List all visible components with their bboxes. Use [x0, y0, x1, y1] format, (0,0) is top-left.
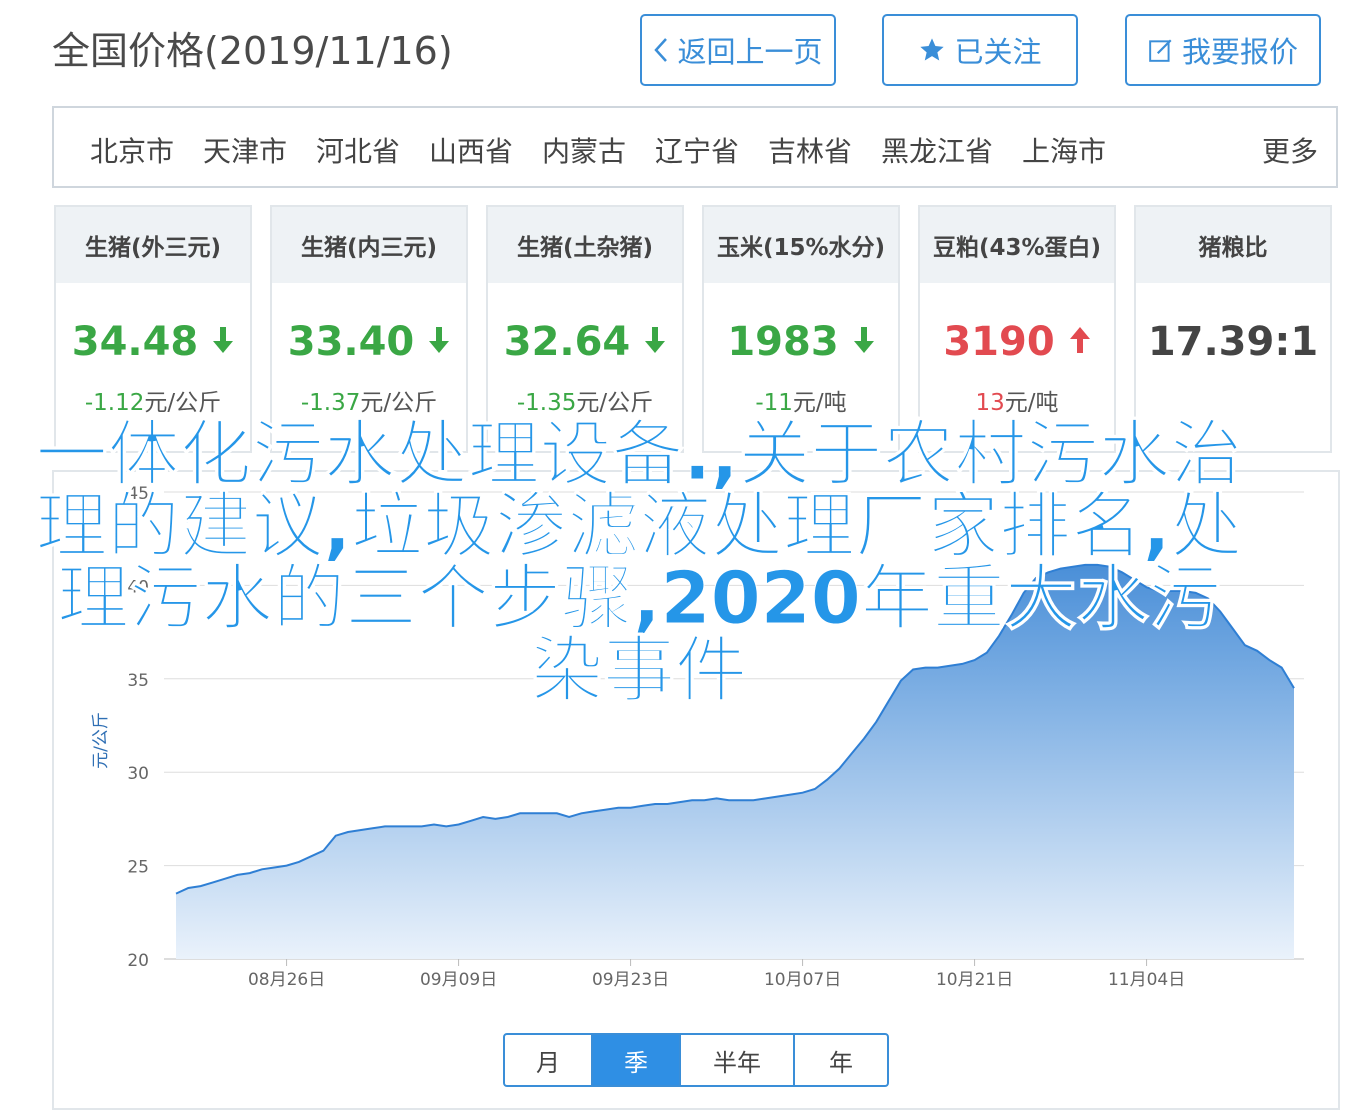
y-tick-label: 30 [127, 764, 149, 784]
card-title: 豆粕(43%蛋白) [920, 207, 1114, 283]
arrow-up-icon [1069, 319, 1091, 365]
card-value-row: 33.40 [272, 319, 466, 365]
province-item[interactable]: 内蒙古 [542, 130, 626, 170]
follow-button[interactable]: 已关注 [882, 14, 1078, 86]
card-value: 1983 [727, 319, 839, 365]
arrow-down-icon [853, 319, 875, 365]
province-item[interactable]: 天津市 [203, 130, 287, 170]
card-value: 33.40 [287, 319, 415, 365]
period-tab-quarter[interactable]: 季 [593, 1035, 681, 1085]
arrow-down-icon [428, 319, 450, 365]
price-card[interactable]: 猪粮比 17.39:1 [1134, 205, 1332, 453]
edit-icon [1148, 37, 1174, 63]
card-title: 生猪(外三元) [56, 207, 250, 283]
card-value: 32.64 [503, 319, 631, 365]
card-change: -1.35元/公斤 [516, 390, 654, 416]
price-card[interactable]: 玉米(15%水分) 1983 -11元/吨 [702, 205, 900, 453]
province-item[interactable]: 北京市 [90, 130, 174, 170]
card-title: 猪粮比 [1136, 207, 1330, 283]
x-tick-label: 09月23日 [592, 970, 669, 990]
x-tick-label: 08月26日 [248, 970, 325, 990]
card-title: 生猪(土杂猪) [488, 207, 682, 283]
card-value-row: 32.64 [488, 319, 682, 365]
more-provinces-link[interactable]: 更多 [1262, 130, 1318, 170]
arrow-down-icon [644, 319, 666, 365]
chevron-left-icon [653, 36, 669, 64]
y-tick-label: 45 [127, 484, 149, 504]
card-value-row: 17.39:1 [1136, 319, 1330, 365]
province-item[interactable]: 辽宁省 [655, 130, 739, 170]
back-button[interactable]: 返回上一页 [640, 14, 836, 86]
follow-button-label: 已关注 [954, 35, 1042, 69]
card-change: -1.12元/公斤 [84, 390, 222, 416]
price-area [176, 564, 1294, 959]
card-title: 玉米(15%水分) [704, 207, 898, 283]
x-tick-label: 11月04日 [1108, 970, 1185, 990]
card-change: 13元/吨 [975, 390, 1059, 416]
period-selector: 月 季 半年 年 [503, 1033, 889, 1087]
province-item[interactable]: 上海市 [1022, 130, 1106, 170]
x-tick-label: 10月21日 [936, 970, 1013, 990]
card-change: -11元/吨 [755, 390, 847, 416]
report-price-button-label: 我要报价 [1181, 35, 1298, 69]
x-tick-label: 09月09日 [420, 970, 497, 990]
star-icon [918, 36, 946, 64]
price-card[interactable]: 生猪(土杂猪) 32.64 -1.35元/公斤 [486, 205, 684, 453]
province-bar: 北京市 天津市 河北省 山西省 内蒙古 辽宁省 吉林省 黑龙江省 上海市 更多 [52, 106, 1338, 188]
province-item[interactable]: 黑龙江省 [881, 130, 993, 170]
period-tab-month[interactable]: 月 [505, 1035, 593, 1085]
y-tick-label: 25 [127, 858, 149, 878]
price-card[interactable]: 生猪(内三元) 33.40 -1.37元/公斤 [270, 205, 468, 453]
y-tick-label: 40 [127, 577, 149, 597]
y-tick-label: 20 [127, 951, 149, 971]
period-tab-half-year[interactable]: 半年 [681, 1035, 795, 1085]
y-axis-label: 元/公斤 [91, 712, 111, 769]
card-title: 生猪(内三元) [272, 207, 466, 283]
report-price-button[interactable]: 我要报价 [1125, 14, 1321, 86]
x-tick-label: 10月07日 [764, 970, 841, 990]
price-area-chart: 20 25 30 35 40 45 08月26日 09月09日 09月23日 10月07日 10月2… [91, 484, 1304, 990]
card-value: 17.39:1 [1147, 319, 1319, 365]
province-item[interactable]: 吉林省 [768, 130, 852, 170]
card-value-row: 3190 [920, 319, 1114, 365]
y-tick-label: 35 [127, 671, 149, 691]
period-tab-year[interactable]: 年 [795, 1035, 887, 1085]
card-value: 3190 [943, 319, 1055, 365]
card-value-row: 34.48 [56, 319, 250, 365]
price-card[interactable]: 豆粕(43%蛋白) 3190 13元/吨 [918, 205, 1116, 453]
price-card[interactable]: 生猪(外三元) 34.48 -1.12元/公斤 [54, 205, 252, 453]
price-chart-panel: 20 25 30 35 40 45 08月26日 09月09日 09月23日 10月07日 10月2… [52, 470, 1340, 1110]
card-change: -1.37元/公斤 [300, 390, 438, 416]
back-button-label: 返回上一页 [677, 35, 823, 69]
page-title: 全国价格(2019/11/16) [52, 29, 453, 73]
province-item[interactable]: 河北省 [316, 130, 400, 170]
province-item[interactable]: 山西省 [429, 130, 513, 170]
card-value-row: 1983 [704, 319, 898, 365]
card-value: 34.48 [71, 319, 199, 365]
arrow-down-icon [212, 319, 234, 365]
